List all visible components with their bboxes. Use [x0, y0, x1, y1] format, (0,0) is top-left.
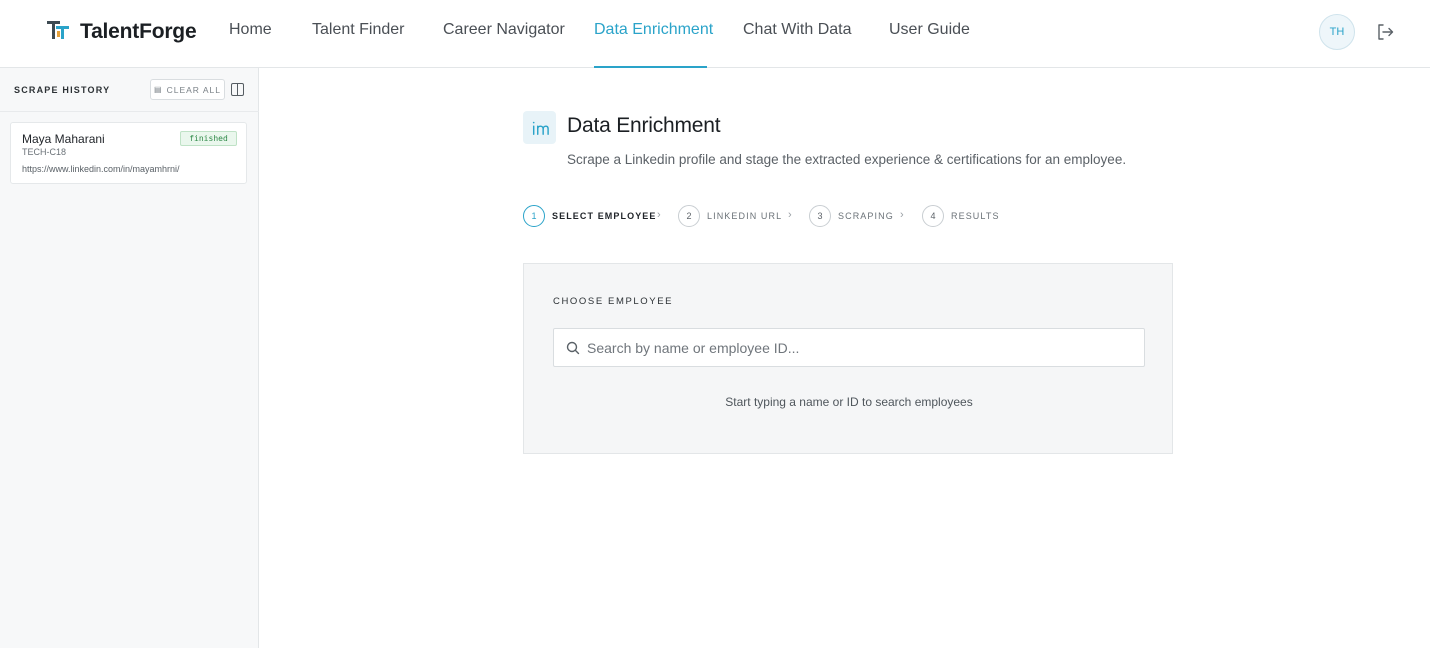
history-item-url: https://www.linkedin.com/in/mayamhrni/ [22, 164, 180, 174]
status-badge: finished [180, 131, 237, 146]
search-hint: Start typing a name or ID to search empl… [725, 395, 973, 409]
talentforge-logo-icon [46, 19, 70, 46]
panel-toggle-icon[interactable] [231, 83, 244, 96]
step-3-label: SCRAPING [838, 211, 894, 221]
step-4-label: RESULTS [951, 211, 1000, 221]
step-1-number: 1 [523, 205, 545, 227]
clear-all-button[interactable]: ▤ CLEAR ALL [150, 79, 225, 100]
chevron-right-icon: › [900, 209, 904, 221]
history-item[interactable]: Maya Maharani finished TECH-C18 https://… [10, 122, 247, 184]
linkedin-icon [523, 111, 556, 144]
step-1-label: SELECT EMPLOYEE [552, 211, 657, 221]
search-field[interactable] [553, 328, 1145, 367]
chevron-right-icon: › [788, 209, 792, 221]
choose-employee-panel: CHOOSE EMPLOYEE Start typing a name or I… [523, 263, 1173, 454]
search-icon [566, 341, 580, 355]
sidebar-title: SCRAPE HISTORY [14, 85, 111, 95]
step-2-number: 2 [678, 205, 700, 227]
brand[interactable]: TalentForge [46, 18, 197, 46]
scrape-history-sidebar: SCRAPE HISTORY ▤ CLEAR ALL Maya Maharani… [0, 68, 259, 648]
nav-item-data-enrichment[interactable]: Data Enrichment [594, 21, 713, 39]
nav-item-home[interactable]: Home [229, 21, 272, 39]
top-navigation-bar: TalentForge Home Talent Finder Career Na… [0, 0, 1430, 68]
step-4-number: 4 [922, 205, 944, 227]
step-2-label: LINKEDIN URL [707, 211, 783, 221]
user-avatar[interactable]: TH [1319, 14, 1355, 50]
sidebar-header: SCRAPE HISTORY ▤ CLEAR ALL [0, 68, 259, 112]
brand-name: TalentForge [80, 20, 197, 43]
trash-icon: ▤ [154, 85, 163, 94]
active-tab-indicator [594, 66, 707, 68]
history-item-name: Maya Maharani [22, 132, 105, 146]
clear-all-label: CLEAR ALL [166, 84, 221, 95]
nav-item-chat-with-data[interactable]: Chat With Data [743, 21, 851, 39]
nav-item-talent-finder[interactable]: Talent Finder [312, 21, 405, 39]
chevron-right-icon: › [657, 209, 661, 221]
page-subtitle: Scrape a Linkedin profile and stage the … [567, 152, 1127, 167]
employee-search-input[interactable] [587, 329, 1137, 366]
nav-item-user-guide[interactable]: User Guide [889, 21, 970, 39]
logout-icon[interactable] [1375, 22, 1395, 42]
page-title: Data Enrichment [567, 114, 721, 137]
nav-item-career-navigator[interactable]: Career Navigator [443, 21, 565, 39]
step-3-number: 3 [809, 205, 831, 227]
choose-employee-label: CHOOSE EMPLOYEE [553, 296, 674, 307]
history-item-employee-id: TECH-C18 [22, 147, 67, 157]
